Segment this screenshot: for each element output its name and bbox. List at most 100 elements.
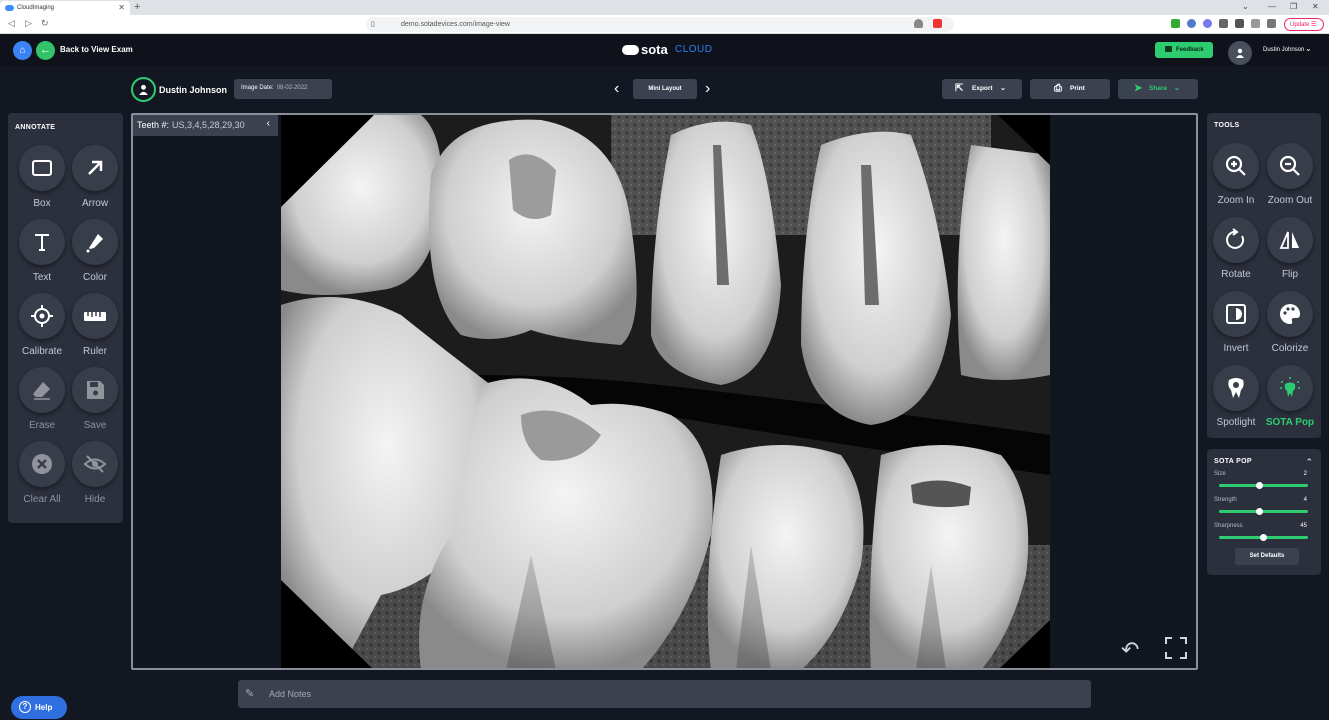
eye-off-icon: [83, 455, 107, 473]
sharpness-slider-value: 45: [1300, 523, 1307, 529]
user-avatar[interactable]: [1228, 41, 1252, 65]
extension-icon[interactable]: [1187, 19, 1196, 28]
crosshair-icon: [31, 305, 53, 327]
save-tool-button[interactable]: Save: [69, 367, 119, 437]
teeth-label: Teeth #:: [137, 120, 170, 130]
flip-circle: [1267, 217, 1313, 263]
sota-pop-circle: [1267, 365, 1313, 411]
user-name[interactable]: Dustin Johnson: [1263, 47, 1304, 53]
spotlight-button[interactable]: Spotlight: [1210, 365, 1260, 435]
ruler-tool-button[interactable]: Ruler: [69, 293, 119, 363]
collapse-chevron-icon[interactable]: ⌃: [1305, 457, 1313, 468]
rotate-icon: [1226, 228, 1245, 249]
ruler-icon: [84, 312, 106, 321]
reload-icon[interactable]: ↻: [41, 18, 49, 29]
image-viewer[interactable]: Teeth #: US,3,4,5,28,29,30 ‹ ↶: [131, 113, 1198, 670]
media-icon[interactable]: [1251, 19, 1260, 28]
back-to-exam-link[interactable]: Back to View Exam: [60, 45, 133, 54]
browser-tab[interactable]: CloudImaging ✕: [0, 1, 130, 15]
colorize-button[interactable]: Colorize: [1264, 291, 1314, 361]
collapse-chevron-icon[interactable]: ‹: [267, 118, 270, 129]
restore-icon[interactable]: ❐: [1290, 2, 1297, 11]
user-icon: [139, 84, 148, 95]
minimize-icon[interactable]: —: [1268, 2, 1276, 11]
strength-slider-handle[interactable]: [1256, 508, 1263, 515]
dental-xray-image: [281, 115, 1050, 668]
zoom-out-label: Zoom Out: [1267, 195, 1313, 206]
print-button[interactable]: ⎙ Print: [1030, 79, 1110, 99]
zoom-in-button[interactable]: Zoom In: [1210, 143, 1260, 213]
annotate-panel: ANNOTATE Box Arrow Text Color Calibrate …: [8, 113, 123, 523]
mini-layout-button[interactable]: Mini Layout: [633, 79, 697, 99]
sota-pop-title: SOTA POP: [1214, 458, 1252, 465]
next-image-chevron-icon[interactable]: ›: [705, 80, 710, 98]
save-tool-label: Save: [83, 420, 107, 431]
undo-icon[interactable]: ↶: [1121, 637, 1139, 663]
flip-button[interactable]: Flip: [1264, 217, 1314, 287]
extension-icon[interactable]: [1203, 19, 1212, 28]
patient-avatar: [131, 77, 156, 102]
share-label: Share: [1149, 85, 1168, 92]
chevron-down-icon[interactable]: ⌄: [1242, 2, 1249, 11]
spotlight-circle: [1213, 365, 1259, 411]
forward-nav-icon[interactable]: ▷: [25, 18, 32, 29]
share-button[interactable]: ➤ Share ⌄: [1118, 79, 1198, 99]
back-button[interactable]: ←: [36, 41, 55, 60]
add-notes-field[interactable]: ✎ Add Notes: [238, 680, 1091, 708]
sharpness-slider-handle[interactable]: [1260, 534, 1267, 541]
hide-tool-label: Hide: [84, 494, 106, 505]
set-defaults-button[interactable]: Set Defaults: [1235, 548, 1299, 565]
invert-button[interactable]: Invert: [1210, 291, 1260, 361]
close-tab-icon[interactable]: ✕: [118, 3, 125, 12]
user-menu-chevron-icon[interactable]: ⌄: [1305, 44, 1312, 53]
flip-label: Flip: [1281, 269, 1299, 280]
arrow-tool-button[interactable]: Arrow: [69, 145, 119, 215]
user-icon: [1236, 48, 1244, 58]
brave-shield-icon[interactable]: [914, 19, 923, 28]
clear-all-tool-circle: [19, 441, 65, 487]
home-icon: ⌂: [19, 45, 26, 56]
strength-slider[interactable]: [1219, 508, 1308, 515]
print-label: Print: [1070, 85, 1085, 92]
extension-icon[interactable]: [1219, 19, 1228, 28]
zoom-out-icon: [1279, 155, 1300, 176]
update-button[interactable]: Update ☰: [1284, 18, 1324, 31]
erase-tool-circle: [19, 367, 65, 413]
tools-title: TOOLS: [1214, 122, 1240, 129]
previous-image-chevron-icon[interactable]: ‹: [614, 80, 619, 98]
color-tool-button[interactable]: Color: [69, 219, 119, 289]
back-nav-icon[interactable]: ◁: [8, 18, 15, 29]
sota-pop-button[interactable]: SOTA Pop: [1264, 365, 1314, 435]
colorize-label: Colorize: [1271, 343, 1309, 354]
extension-icon[interactable]: [1171, 19, 1180, 28]
alert-icon[interactable]: [933, 19, 942, 28]
printer-icon: ⎙: [1054, 83, 1062, 94]
site-info-icon[interactable]: ▯: [371, 20, 375, 28]
clear-icon: [32, 454, 52, 474]
help-button[interactable]: ? Help: [11, 696, 67, 719]
zoom-out-button[interactable]: Zoom Out: [1264, 143, 1314, 213]
size-slider[interactable]: [1219, 482, 1308, 489]
export-button[interactable]: ⇱ Export ⌄: [942, 79, 1022, 99]
extensions-puzzle-icon[interactable]: [1235, 19, 1244, 28]
favicon-icon: [5, 5, 14, 11]
image-date-label: Image Date:: [241, 85, 274, 91]
box-tool-circle: [19, 145, 65, 191]
url-field[interactable]: ▯ demo.sotadevices.com/image-view: [366, 17, 954, 32]
sidebar-icon[interactable]: [1267, 19, 1276, 28]
home-button[interactable]: ⌂: [13, 41, 32, 60]
notes-placeholder: Add Notes: [269, 689, 312, 699]
feedback-button[interactable]: Feedback: [1155, 42, 1213, 58]
hide-tool-button[interactable]: Hide: [69, 441, 119, 511]
image-date-badge: Image Date: 08-02-2022: [234, 79, 332, 99]
fullscreen-icon[interactable]: [1165, 637, 1187, 659]
rotate-button[interactable]: Rotate: [1210, 217, 1260, 287]
size-slider-label: Size: [1214, 471, 1226, 477]
size-slider-handle[interactable]: [1256, 482, 1263, 489]
window-close-icon[interactable]: ✕: [1312, 2, 1319, 11]
hide-tool-circle: [72, 441, 118, 487]
new-tab-icon[interactable]: +: [134, 1, 140, 13]
app-header: ⌂ ← Back to View Exam sota CLOUD Feedbac…: [0, 34, 1329, 66]
sharpness-slider[interactable]: [1219, 534, 1308, 541]
chevron-down-icon: ⌄: [1174, 85, 1180, 92]
